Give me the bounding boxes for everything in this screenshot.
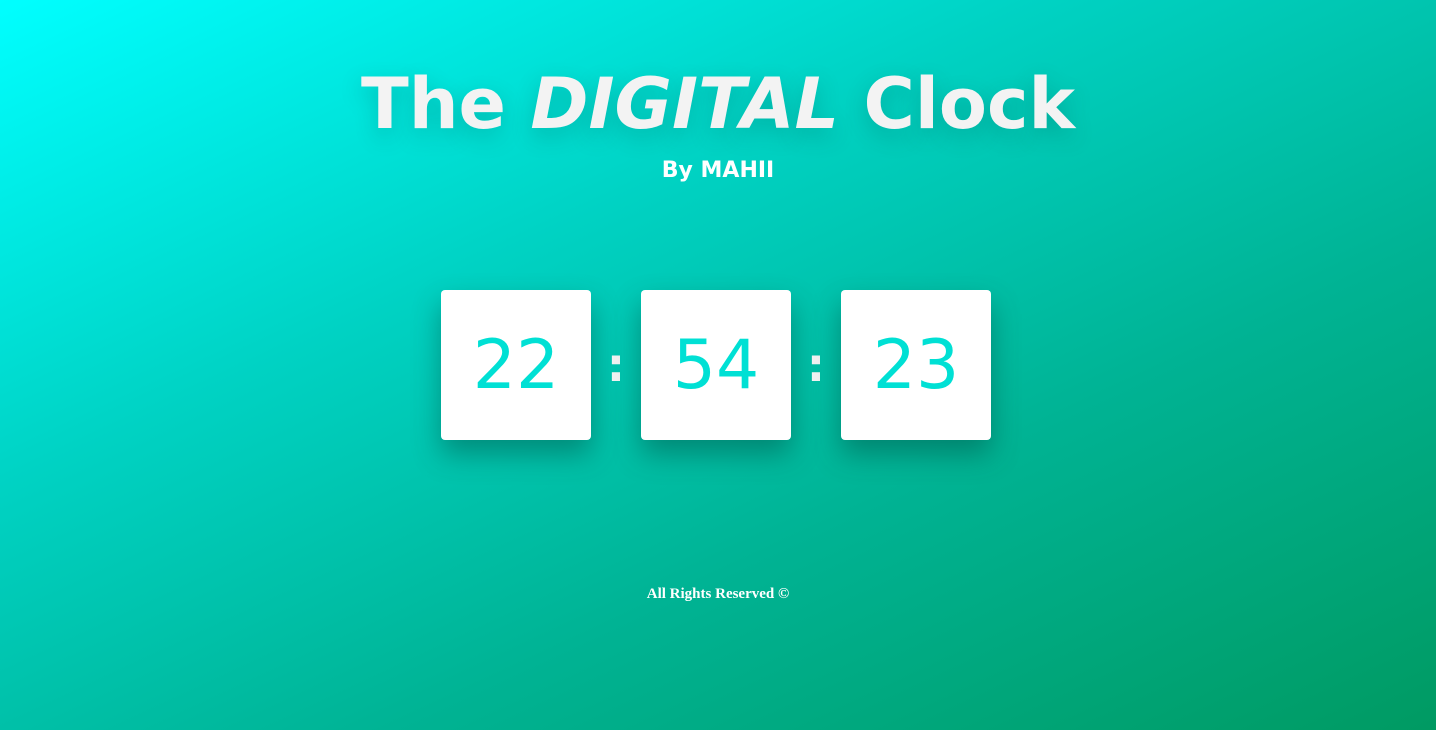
page-title: The DIGITAL Clock [0, 62, 1436, 146]
digital-clock: 22 : 54 : 23 [441, 290, 991, 440]
hours-display: 22 [441, 290, 591, 440]
seconds-display: 23 [841, 290, 991, 440]
footer-copyright: All Rights Reserved © [646, 586, 790, 602]
author-subtitle: By MAHII [661, 158, 775, 183]
minutes-seconds-separator: : [806, 338, 826, 392]
minutes-display: 54 [641, 290, 791, 440]
hours-minutes-separator: : [606, 338, 626, 392]
title-prefix: The [360, 63, 507, 145]
title-suffix: Clock [863, 63, 1076, 145]
title-emphasis: DIGITAL [530, 63, 840, 145]
